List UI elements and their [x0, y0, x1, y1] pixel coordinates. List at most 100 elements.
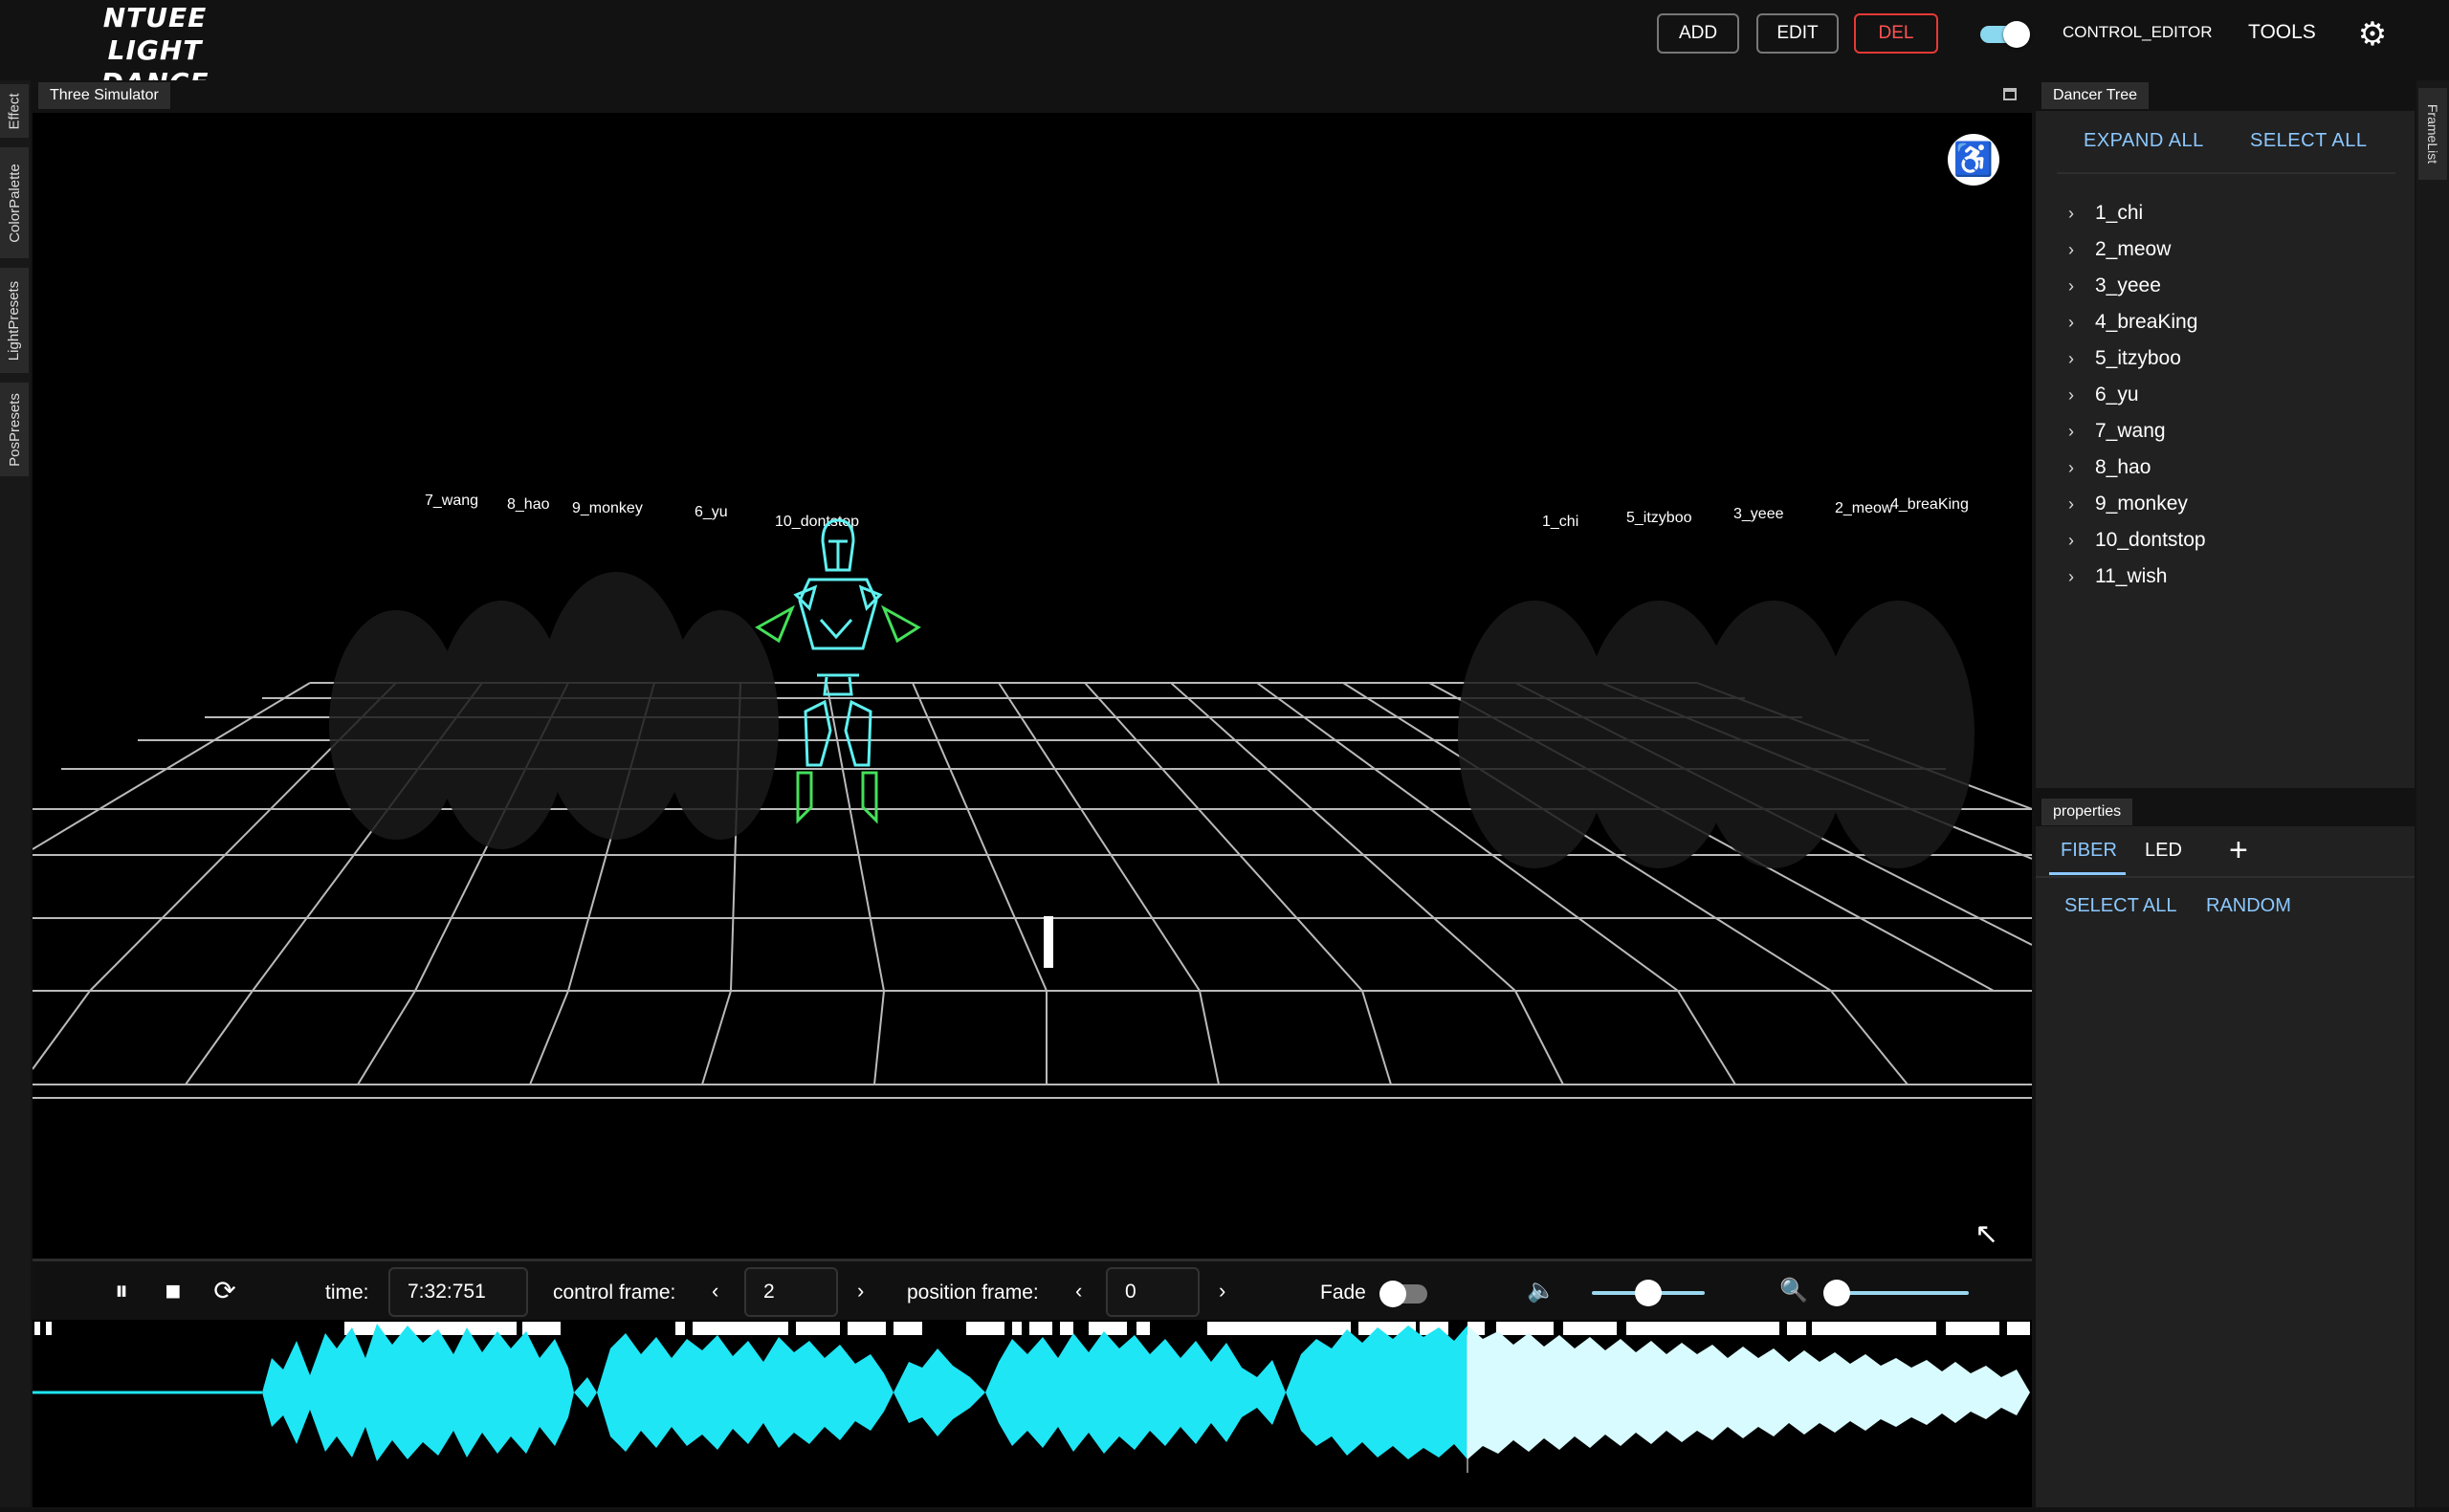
- tools-menu[interactable]: TOOLS: [2248, 21, 2316, 44]
- tree-item-label: 5_itzyboo: [2095, 347, 2181, 369]
- waveform-svg: [33, 1322, 2030, 1473]
- zoom-slider[interactable]: [1823, 1280, 1969, 1306]
- time-label: time:: [325, 1282, 369, 1304]
- tab-three-simulator[interactable]: Three Simulator: [38, 82, 170, 109]
- rail-tab-label: LightPresets: [6, 280, 23, 361]
- tree-item-6-yu[interactable]: › 6_yu: [2068, 377, 2206, 413]
- tree-item-3-yeee[interactable]: › 3_yeee: [2068, 268, 2206, 304]
- volume-icon[interactable]: 🔈: [1527, 1277, 1555, 1305]
- editor-mode-toggle[interactable]: [1976, 21, 2030, 48]
- chevron-right-icon[interactable]: ›: [2068, 313, 2095, 333]
- control-frame-label: control frame:: [553, 1282, 676, 1304]
- gear-icon[interactable]: ⚙: [2355, 17, 2390, 52]
- chevron-right-icon[interactable]: ›: [2068, 385, 2095, 405]
- audio-waveform[interactable]: [33, 1320, 2032, 1507]
- tree-item-8-hao[interactable]: › 8_hao: [2068, 449, 2206, 486]
- tree-item-11-wish[interactable]: › 11_wish: [2068, 559, 2206, 595]
- fade-label: Fade: [1320, 1282, 1366, 1304]
- random-button[interactable]: RANDOM: [2206, 895, 2291, 917]
- tree-item-10-dontstop[interactable]: › 10_dontstop: [2068, 522, 2206, 559]
- rail-tab-lightpresets[interactable]: LightPresets: [0, 268, 29, 373]
- rail-tab-framelist[interactable]: FrameList: [2418, 88, 2447, 180]
- tab-fiber[interactable]: FIBER: [2061, 840, 2117, 862]
- chevron-right-icon[interactable]: ›: [2068, 567, 2095, 587]
- active-tab-indicator: [2049, 872, 2126, 875]
- rail-tab-label: ColorPalette: [6, 163, 23, 243]
- volume-slider-thumb[interactable]: [1635, 1280, 1662, 1306]
- dancer-label-5-itzyboo: 5_itzyboo: [1626, 510, 1692, 526]
- tree-item-label: 1_chi: [2095, 202, 2144, 224]
- control-frame-prev-icon[interactable]: ‹: [712, 1279, 718, 1304]
- waveform-played: [262, 1324, 1467, 1461]
- maximize-icon[interactable]: [2003, 88, 2017, 100]
- chevron-right-icon[interactable]: ›: [2068, 458, 2095, 478]
- select-all-dancers-button[interactable]: SELECT ALL: [2250, 130, 2367, 152]
- select-all-parts-button[interactable]: SELECT ALL: [2064, 895, 2176, 917]
- waveform-unplayed: [1467, 1326, 2030, 1459]
- time-input[interactable]: 7:32:751: [388, 1267, 528, 1317]
- add-button[interactable]: ADD: [1657, 13, 1739, 54]
- tree-item-4-breaking[interactable]: › 4_breaKing: [2068, 304, 2206, 340]
- dancer-label-1-chi: 1_chi: [1542, 514, 1578, 530]
- tree-item-1-chi[interactable]: › 1_chi: [2068, 195, 2206, 231]
- zoom-icon[interactable]: 🔍: [1779, 1277, 1808, 1305]
- chevron-right-icon[interactable]: ›: [2068, 422, 2095, 442]
- chevron-right-icon[interactable]: ›: [2068, 494, 2095, 515]
- chevron-right-icon[interactable]: ›: [2068, 276, 2095, 296]
- tab-led[interactable]: LED: [2145, 840, 2182, 862]
- right-rail: FrameList: [2416, 80, 2449, 1507]
- loop-icon[interactable]: ⟳: [210, 1277, 239, 1305]
- zoom-slider-thumb[interactable]: [1823, 1280, 1850, 1306]
- simulator-viewport[interactable]: 7_wang 8_hao 9_monkey 6_yu 10_dontstop 1…: [33, 113, 2032, 1259]
- rail-tab-label: Effect: [6, 92, 23, 130]
- chevron-right-icon[interactable]: ›: [2068, 240, 2095, 260]
- pause-icon[interactable]: ⏸: [107, 1277, 136, 1305]
- lit-dancer-10-dontstop: [755, 518, 921, 824]
- accessibility-icon[interactable]: ♿: [1948, 134, 1999, 186]
- add-icon[interactable]: +: [2229, 832, 2248, 869]
- tab-properties[interactable]: properties: [2041, 799, 2133, 825]
- divider: [2036, 876, 2415, 878]
- tree-item-5-itzyboo[interactable]: › 5_itzyboo: [2068, 340, 2206, 377]
- dancer-label-8-hao: 8_hao: [507, 496, 550, 513]
- dancer-label-7-wang: 7_wang: [425, 493, 478, 509]
- position-frame-input[interactable]: 0: [1106, 1267, 1200, 1317]
- properties-panel: FIBER LED + SELECT ALL RANDOM: [2036, 826, 2415, 1507]
- control-frame-input[interactable]: 2: [744, 1267, 838, 1317]
- frame-markers: [34, 1322, 2030, 1335]
- tree-item-2-meow[interactable]: › 2_meow: [2068, 231, 2206, 268]
- control-frame-next-icon[interactable]: ›: [857, 1279, 864, 1304]
- delete-button[interactable]: DEL: [1854, 13, 1938, 54]
- stage-scene: 7_wang 8_hao 9_monkey 6_yu 10_dontstop 1…: [33, 493, 2032, 1099]
- tree-item-9-monkey[interactable]: › 9_monkey: [2068, 486, 2206, 522]
- tab-dancer-tree[interactable]: Dancer Tree: [2041, 82, 2150, 109]
- dancer-label-2-meow: 2_meow: [1835, 500, 1893, 516]
- position-frame-next-icon[interactable]: ›: [1219, 1279, 1225, 1304]
- tree-item-label: 6_yu: [2095, 383, 2139, 405]
- left-rail: Effect ColorPalette LightPresets PosPres…: [0, 80, 31, 1507]
- chevron-right-icon[interactable]: ›: [2068, 531, 2095, 551]
- position-frame-prev-icon[interactable]: ‹: [1075, 1279, 1082, 1304]
- rail-tab-label: FrameList: [2425, 103, 2441, 164]
- stop-icon[interactable]: ■: [159, 1277, 188, 1305]
- toggle-knob: [2003, 21, 2030, 48]
- tree-item-7-wang[interactable]: › 7_wang: [2068, 413, 2206, 449]
- rail-tab-effect[interactable]: Effect: [0, 84, 29, 138]
- dancer-label-6-yu: 6_yu: [695, 504, 728, 520]
- rail-tab-pospresets[interactable]: PosPresets: [0, 383, 29, 476]
- fade-toggle[interactable]: [1379, 1281, 1427, 1307]
- logo-line-1: NTUEE: [102, 2, 208, 33]
- dancer-label-3-yeee: 3_yeee: [1733, 506, 1784, 522]
- volume-slider[interactable]: [1592, 1280, 1705, 1306]
- position-frame-label: position frame:: [907, 1282, 1039, 1304]
- simulator-tab-bar: Three Simulator: [31, 80, 2032, 111]
- edit-button[interactable]: EDIT: [1756, 13, 1839, 54]
- chevron-right-icon[interactable]: ›: [2068, 349, 2095, 369]
- tree-item-label: 11_wish: [2095, 565, 2168, 587]
- dark-dancers: [329, 572, 1975, 868]
- properties-tab-bar: properties: [2032, 796, 2416, 826]
- expand-all-button[interactable]: EXPAND ALL: [2084, 130, 2204, 152]
- rail-tab-colorpalette[interactable]: ColorPalette: [0, 147, 29, 258]
- chevron-right-icon[interactable]: ›: [2068, 204, 2095, 224]
- mouse-cursor-icon: ↖: [1975, 1218, 1999, 1250]
